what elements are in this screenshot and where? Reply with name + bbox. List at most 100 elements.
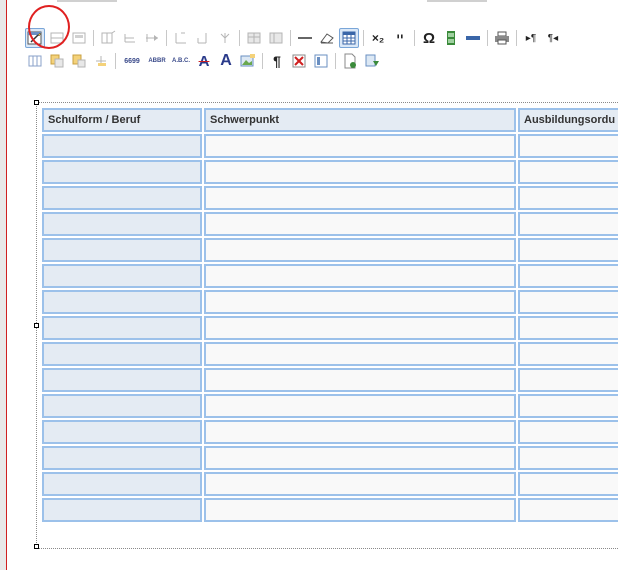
table-cell[interactable]	[42, 212, 202, 236]
table-cell[interactable]	[42, 290, 202, 314]
resize-handle-bottom-left[interactable]	[34, 544, 39, 549]
table-cell[interactable]	[518, 498, 618, 522]
table-cell[interactable]	[42, 420, 202, 444]
table-cell[interactable]	[518, 446, 618, 470]
table-cell[interactable]	[204, 160, 516, 184]
new-document-icon	[344, 53, 356, 69]
editor-content-area[interactable]: Schulform / Beruf Schwerpunkt Ausbildung…	[7, 82, 618, 570]
cite-icon: 6699	[124, 57, 140, 65]
insert-image-button[interactable]	[238, 51, 258, 71]
rtl-button[interactable]: ¶◂	[543, 28, 563, 48]
add-row-button[interactable]	[91, 51, 111, 71]
rtl-icon: ¶◂	[547, 32, 559, 44]
table-grid-icon	[342, 31, 356, 45]
eraser-button[interactable]	[317, 28, 337, 48]
strikethrough-button[interactable]: A	[194, 51, 214, 71]
resize-handle-middle-left[interactable]	[34, 323, 39, 328]
new-document-button[interactable]	[340, 51, 360, 71]
table-cell[interactable]	[518, 368, 618, 392]
table-cell[interactable]	[204, 134, 516, 158]
table-cell[interactable]	[42, 238, 202, 262]
table-cell[interactable]	[518, 316, 618, 340]
row-below-button[interactable]	[69, 28, 89, 48]
pilcrow-button[interactable]: ¶	[267, 51, 287, 71]
table-cell[interactable]	[42, 316, 202, 340]
table-cell[interactable]	[42, 446, 202, 470]
table-cell[interactable]	[518, 472, 618, 496]
table-body	[42, 134, 618, 522]
table-cell[interactable]	[204, 238, 516, 262]
table-cell[interactable]	[42, 498, 202, 522]
subscript-button[interactable]: ×₂	[368, 28, 388, 48]
ltr-button[interactable]: ▸¶	[521, 28, 541, 48]
delete-cell-button[interactable]	[215, 28, 235, 48]
table-cell[interactable]	[42, 368, 202, 392]
table-cell[interactable]	[518, 212, 618, 236]
table-cell[interactable]	[204, 342, 516, 366]
print-button[interactable]	[492, 28, 512, 48]
table-cell[interactable]	[42, 342, 202, 366]
table-row	[42, 368, 618, 392]
copy-column-button[interactable]	[47, 51, 67, 71]
table-grid-button[interactable]	[339, 28, 359, 48]
table-cell[interactable]	[518, 342, 618, 366]
data-table[interactable]: Schulform / Beruf Schwerpunkt Ausbildung…	[40, 106, 618, 524]
export-button[interactable]	[362, 51, 382, 71]
resize-handle-top-left[interactable]	[34, 100, 39, 105]
toolbar-separator	[239, 30, 240, 46]
table-cell[interactable]	[518, 134, 618, 158]
split-horizontal-button[interactable]	[98, 28, 118, 48]
acronym-button[interactable]: A.B.C.	[170, 51, 192, 71]
table-cell[interactable]	[518, 160, 618, 184]
media-button[interactable]	[441, 28, 461, 48]
page-break-button[interactable]	[463, 28, 483, 48]
cell-props-2-button[interactable]	[193, 28, 213, 48]
table-cell[interactable]	[518, 186, 618, 210]
split-vertical-button[interactable]	[120, 28, 140, 48]
table-cell[interactable]	[42, 394, 202, 418]
table-cell[interactable]	[518, 420, 618, 444]
table-cell[interactable]	[518, 394, 618, 418]
table-cell[interactable]	[204, 316, 516, 340]
table-cell[interactable]	[204, 186, 516, 210]
text-color-button[interactable]: A	[216, 51, 236, 71]
table-cell[interactable]	[204, 420, 516, 444]
toolbar-separator	[115, 53, 116, 69]
template-clear-button[interactable]	[289, 51, 309, 71]
table-cell[interactable]	[518, 290, 618, 314]
table-cell[interactable]	[204, 446, 516, 470]
toolbar-separator	[414, 30, 415, 46]
table-cell[interactable]	[518, 238, 618, 262]
table-cell[interactable]	[204, 212, 516, 236]
table-b-button[interactable]	[266, 28, 286, 48]
table-cell[interactable]	[42, 160, 202, 184]
cell-props-1-button[interactable]	[171, 28, 191, 48]
abbr-button[interactable]: ABBR	[146, 51, 168, 71]
delete-cell-icon	[220, 33, 230, 43]
table-cell[interactable]	[204, 472, 516, 496]
table-cell[interactable]	[42, 186, 202, 210]
table-cell[interactable]	[204, 498, 516, 522]
table-cell[interactable]	[204, 394, 516, 418]
header-schwerpunkt[interactable]: Schwerpunkt	[204, 108, 516, 132]
table-cell[interactable]	[204, 264, 516, 288]
table-cell[interactable]	[204, 290, 516, 314]
table-cell[interactable]	[42, 264, 202, 288]
horizontal-rule-button[interactable]	[295, 28, 315, 48]
table-cell[interactable]	[42, 134, 202, 158]
header-schulform[interactable]: Schulform / Beruf	[42, 108, 202, 132]
insert-column-icon	[28, 55, 42, 67]
table-cell[interactable]	[42, 472, 202, 496]
template-box-button[interactable]	[311, 51, 331, 71]
insert-column-button[interactable]	[25, 51, 45, 71]
table-cell[interactable]	[518, 264, 618, 288]
cite-button[interactable]: 6699	[120, 51, 144, 71]
merge-cells-button[interactable]	[142, 28, 162, 48]
paste-column-button[interactable]	[69, 51, 89, 71]
header-ausbildungsordnung[interactable]: Ausbildungsordu	[518, 108, 618, 132]
superscript-button[interactable]: ײ	[390, 28, 410, 48]
toolbar-separator	[166, 30, 167, 46]
special-char-button[interactable]: Ω	[419, 28, 439, 48]
table-a-button[interactable]	[244, 28, 264, 48]
table-cell[interactable]	[204, 368, 516, 392]
